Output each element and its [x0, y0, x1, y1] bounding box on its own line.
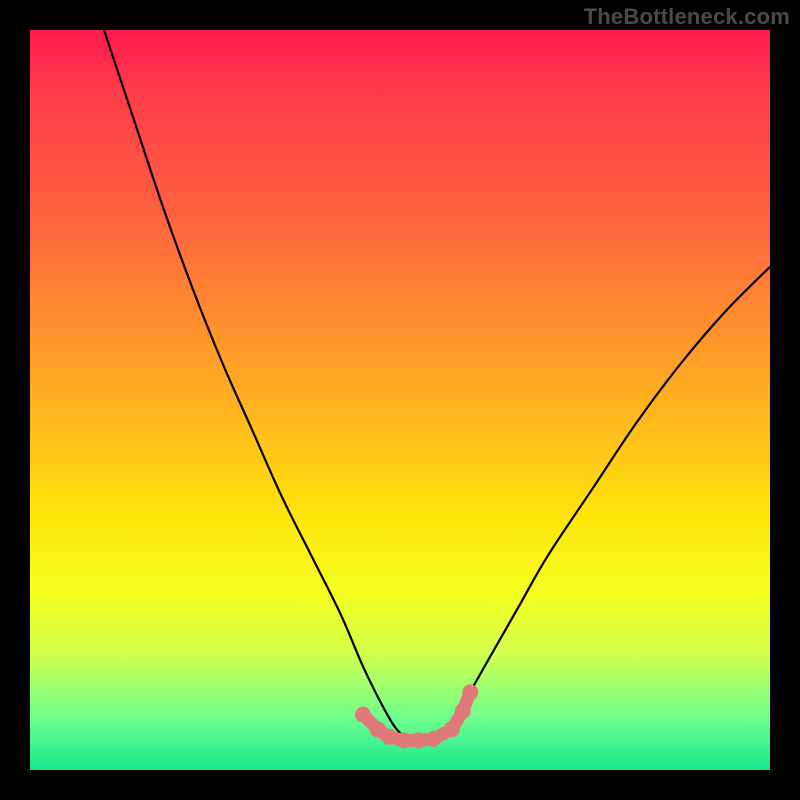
- marker-dot: [396, 732, 412, 748]
- marker-dot: [411, 732, 427, 748]
- marker-dot: [455, 703, 471, 719]
- bottleneck-curve: [104, 30, 770, 741]
- marker-cluster: [355, 684, 478, 748]
- marker-dot: [425, 731, 441, 747]
- attribution-label: TheBottleneck.com: [584, 4, 790, 30]
- marker-dot: [381, 729, 397, 745]
- outer-frame: TheBottleneck.com: [0, 0, 800, 800]
- marker-dot: [462, 684, 478, 700]
- curve-layer: [30, 30, 770, 770]
- plot-area: [30, 30, 770, 770]
- marker-dot: [355, 707, 371, 723]
- marker-dot: [444, 721, 460, 737]
